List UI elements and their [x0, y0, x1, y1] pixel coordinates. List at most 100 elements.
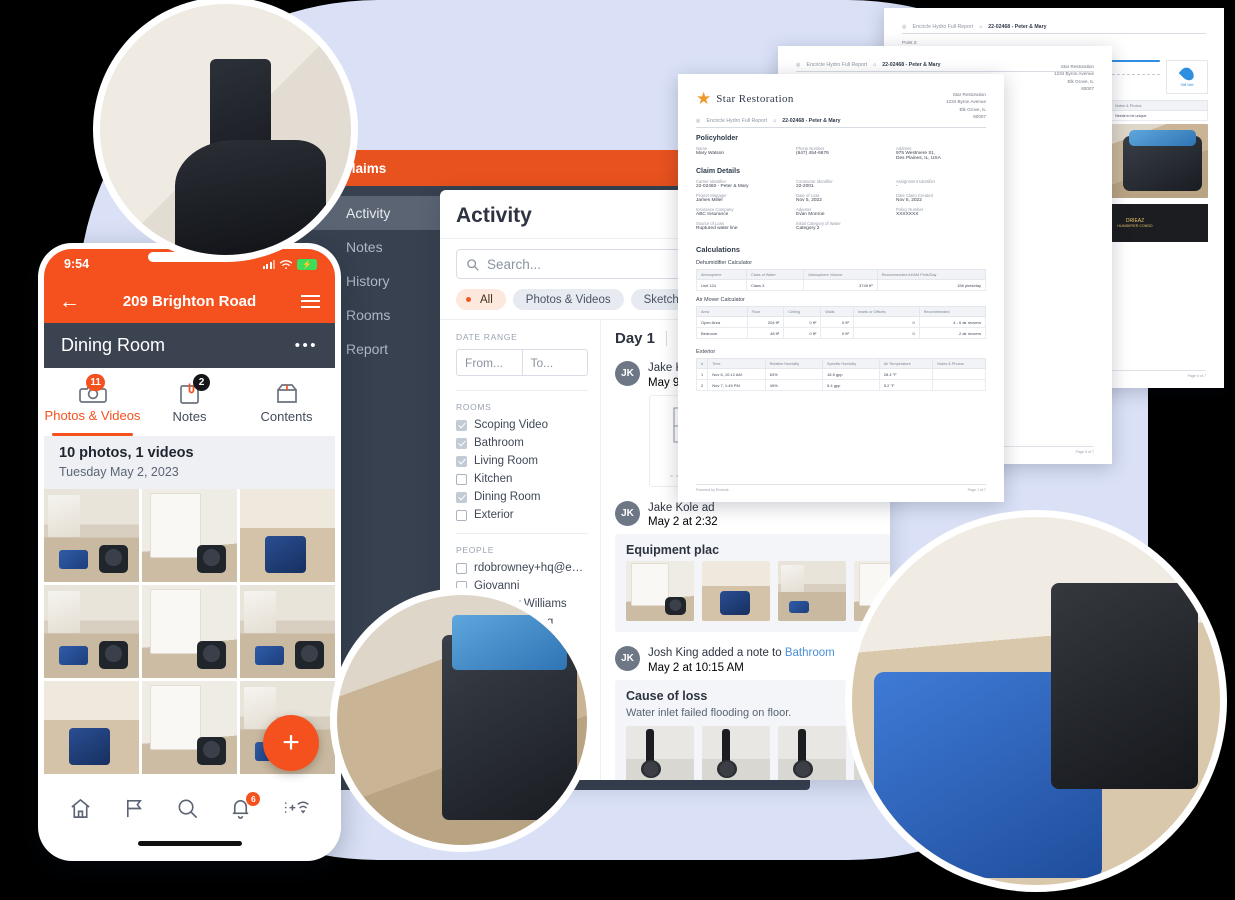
report-breadcrumb-claim: 22-02468 - Peter & Mary	[988, 24, 1047, 30]
table-cell: Nov 6, 10:12 AM	[707, 368, 766, 380]
star-icon: ★	[696, 89, 712, 108]
report-breadcrumb: ◎ Encircle Hydro Full Report ⌂ 22-02468 - …	[902, 24, 1206, 34]
checkbox-icon[interactable]	[456, 562, 467, 574]
entry-timestamp: May 2 at 10:15 AM	[648, 661, 744, 674]
table-header-cell: Specific Humidity	[822, 358, 880, 369]
report-breadcrumb-report: Encircle Hydro Full Report	[912, 24, 974, 30]
checkbox-icon[interactable]	[456, 473, 467, 485]
field-value: Category 2	[796, 226, 820, 231]
table-header-cell: Notes & Photos	[932, 358, 986, 369]
people-label: PEOPLE	[456, 545, 495, 555]
entry-author: Jake Kole ad	[648, 501, 715, 514]
notification-badge: 6	[246, 792, 261, 806]
sidebar-item-label: History	[346, 273, 390, 289]
photo-thumbnail[interactable]	[778, 561, 846, 622]
photo-inner	[852, 517, 1220, 885]
checkbox-icon[interactable]	[456, 509, 467, 521]
activity-entry-photos[interactable]: JK Jake Kole ad May 2 at 2:32 Equipment …	[615, 496, 890, 633]
table-cell: 2 air movers	[918, 327, 987, 339]
table-header-cell: Notes & Photos	[1110, 100, 1208, 111]
field-value: XXXXXXX	[896, 212, 919, 217]
photo-thumbnail[interactable]	[778, 725, 846, 780]
room-filter-exterior[interactable]: Exterior	[456, 509, 588, 521]
bell-icon[interactable]: 6	[229, 792, 261, 825]
photo-thumbnail[interactable]	[626, 725, 694, 780]
field-value: 22-02460 - Peter & Mary	[696, 184, 749, 189]
tab-notes[interactable]: 2 Notes	[141, 368, 238, 436]
address-line: Star Restoration	[952, 92, 986, 97]
arrow-left-icon[interactable]: ←	[59, 291, 80, 312]
table-cell: 0 ft²	[783, 316, 822, 328]
photo-thumbnail[interactable]	[626, 561, 694, 622]
entry-room-link[interactable]: Bathroom	[785, 647, 835, 659]
filter-pill-photos-videos[interactable]: Photos & Videos	[512, 289, 624, 310]
table-header-row: Area Floor Ceiling Walls Insets or Offse…	[696, 306, 987, 317]
date-to-input[interactable]: To...	[521, 349, 588, 376]
photo-grid-cell[interactable]	[44, 585, 139, 678]
active-tab-underline	[52, 432, 133, 436]
room-filter-bathroom[interactable]: Bathroom	[456, 437, 588, 449]
date-range-inputs: From... To...	[456, 349, 588, 376]
hamburger-icon[interactable]	[301, 294, 320, 308]
filter-pill-all[interactable]: All	[456, 289, 506, 310]
checkbox-icon[interactable]	[456, 437, 467, 449]
people-filter-rdobrowney[interactable]: rdobrowney+hq@encirc...	[456, 562, 588, 574]
field: Date Claim Created Nov 5, 2022	[896, 193, 986, 203]
field: Initial Category of Water Category 2	[796, 221, 886, 231]
more-horizontal-icon[interactable]: •••	[295, 337, 318, 354]
table-cell: Open Area	[696, 316, 748, 328]
report-breadcrumb: ◎ Encircle Hydro Full Report ⌂ 22-02468 - …	[796, 62, 1094, 72]
room-filter-scoping-video[interactable]: Scoping Video	[456, 419, 588, 431]
claim-details-fields: Carrier Identifier 22-02460 - Peter & Mar…	[696, 179, 986, 231]
search-icon[interactable]	[176, 797, 199, 825]
room-filter-label: Kitchen	[474, 473, 513, 485]
photo-grid-cell[interactable]	[142, 489, 237, 582]
photo-thumbnail[interactable]	[702, 561, 770, 622]
address-line: 60007	[973, 114, 986, 120]
room-filter-kitchen[interactable]: Kitchen	[456, 473, 588, 485]
flag-icon[interactable]	[123, 797, 146, 825]
room-filter-dining-room[interactable]: Dining Room	[456, 491, 588, 503]
checkbox-icon[interactable]	[456, 491, 467, 503]
photo-grid-cell[interactable]	[240, 489, 335, 582]
photo-grid-cell[interactable]	[142, 681, 237, 774]
photo-thumbnail[interactable]	[702, 725, 770, 780]
table-header-cell: Atmosphere	[695, 269, 748, 280]
photo-grid-cell[interactable]	[240, 585, 335, 678]
checkbox-icon[interactable]	[456, 419, 467, 431]
field: Address 975 Westmere St., Des Plaines, IL,…	[896, 146, 986, 161]
sync-wifi-icon[interactable]	[283, 797, 310, 825]
field: Insurance Company ABC Insurance	[696, 207, 786, 217]
entry-thumbnails	[626, 561, 890, 622]
tab-contents[interactable]: Contents	[238, 368, 335, 436]
photo-circle-air-movers	[845, 510, 1227, 892]
table-cell: Needs to be unique	[1110, 110, 1208, 121]
date-from-input[interactable]: From...	[456, 349, 522, 376]
table-header-cell: Insets or Offsets	[852, 306, 920, 317]
table-cell: 63%	[764, 368, 824, 380]
water-drop-icon	[1178, 65, 1196, 83]
photo-circle-moisture-meter	[330, 588, 594, 852]
home-icon[interactable]	[69, 797, 92, 825]
notes-badge: 2	[193, 374, 210, 391]
table-header-cell: Area	[696, 306, 748, 317]
photo-grid-cell[interactable]	[44, 489, 139, 582]
report-page-front[interactable]: ★ Star Restoration Star Restoration 1234…	[678, 74, 1004, 502]
table-row: 1 Nov 6, 10:12 AM 63% 18.5 gpp 28.4 °F	[695, 368, 986, 380]
add-button[interactable]: +	[263, 715, 319, 771]
report-page-number: Page 5 of 7	[1075, 450, 1094, 454]
day-label: Day 1	[615, 330, 656, 347]
checkbox-icon[interactable]	[456, 455, 467, 467]
tab-photos-videos[interactable]: 11 Photos & Videos	[44, 368, 141, 436]
entry-author: Josh King added a note to Bathroom	[648, 646, 835, 662]
filter-pill-label: All	[480, 293, 493, 306]
photo-grid-cell[interactable]	[142, 585, 237, 678]
room-filter-living-room[interactable]: Living Room	[456, 455, 588, 467]
report-breadcrumb-claim: 22-02468 - Peter & Mary	[882, 62, 941, 68]
media-summary: 10 photos, 1 videos Tuesday May 2, 2023	[44, 436, 335, 489]
photo-grid-cell[interactable]	[44, 681, 139, 774]
point-label: Point 2:	[902, 40, 918, 45]
report-breadcrumb-report: Encircle Hydro Full Report	[706, 118, 768, 124]
field: Source of Loss Ruptured water line	[696, 221, 786, 231]
report-breadcrumb: ◎ Encircle Hydro Full Report ⌂ 22-02468 …	[696, 118, 986, 128]
